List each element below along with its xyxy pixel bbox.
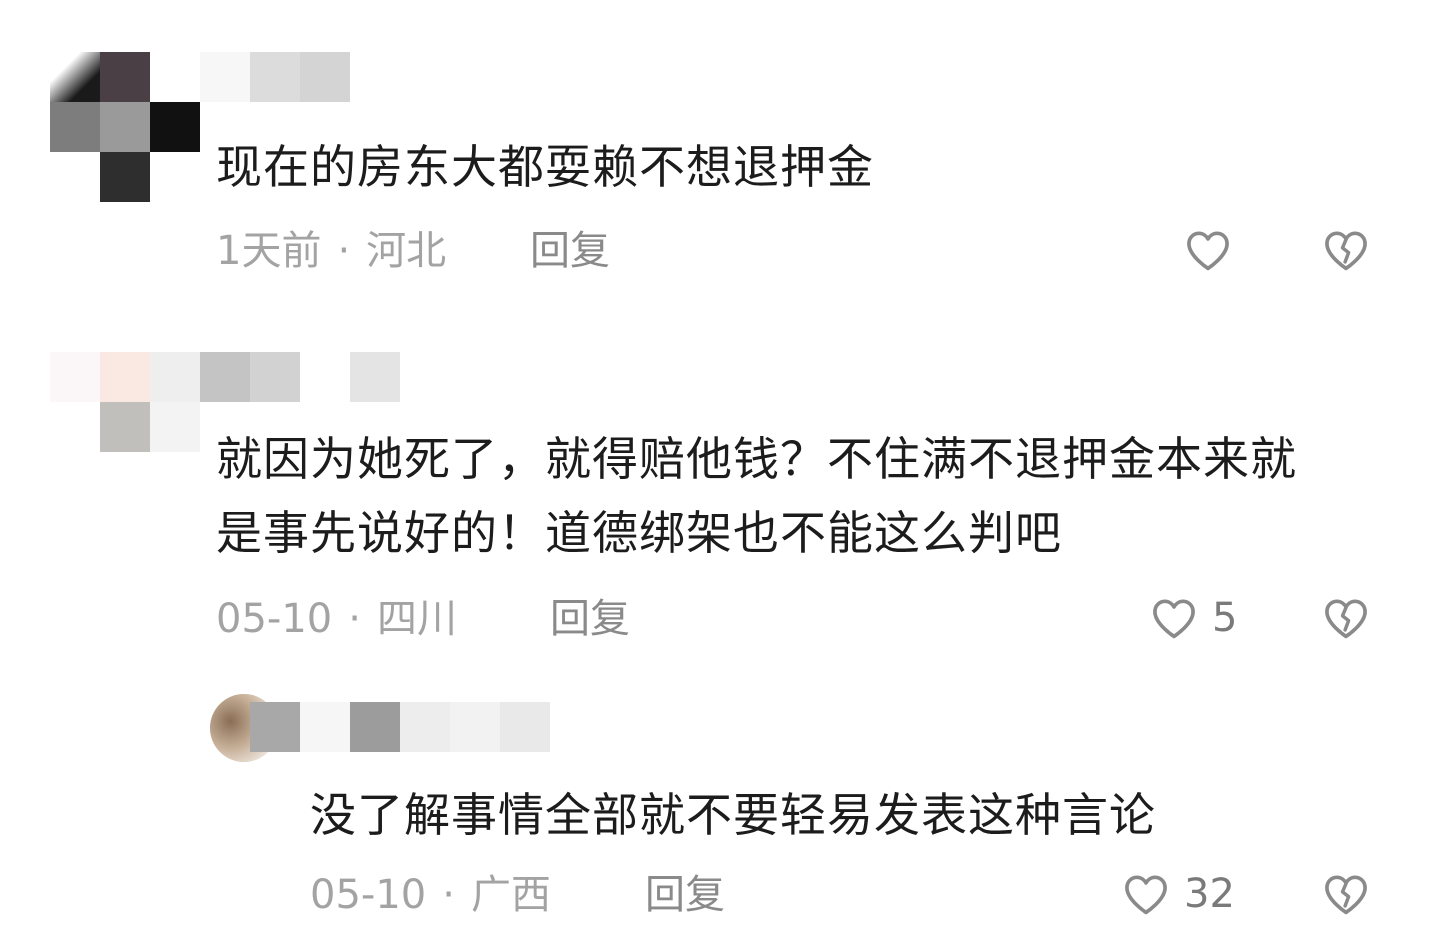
- dislike-button[interactable]: [1320, 592, 1372, 644]
- broken-heart-icon: [1320, 592, 1372, 644]
- reply-button[interactable]: 回复: [645, 870, 725, 920]
- username[interactable]: [250, 702, 550, 752]
- username[interactable]: [200, 52, 350, 102]
- like-count: 5: [1212, 595, 1238, 641]
- username[interactable]: [200, 352, 400, 402]
- meta-separator: ·: [442, 872, 455, 918]
- comment-meta: 1天前 · 河北: [216, 226, 446, 276]
- comment-text: 没了解事情全部就不要轻易发表这种言论: [310, 788, 1156, 842]
- meta-separator: ·: [337, 228, 351, 274]
- heart-outline-icon: [1148, 592, 1200, 644]
- dislike-button[interactable]: [1320, 224, 1372, 276]
- comment-meta: 05-10 · 四川: [216, 594, 457, 644]
- comment-time: 05-10: [310, 872, 427, 918]
- comment-time: 1天前: [216, 228, 322, 274]
- comment-time: 05-10: [216, 596, 333, 642]
- comment-meta: 05-10 · 广西: [310, 870, 551, 920]
- comment-text-line-1: 就因为她死了，就得赔他钱？不住满不退押金本来就: [216, 432, 1297, 486]
- broken-heart-icon: [1320, 224, 1372, 276]
- reply-button[interactable]: 回复: [550, 594, 630, 644]
- heart-outline-icon: [1182, 224, 1234, 276]
- like-count: 32: [1184, 871, 1235, 917]
- broken-heart-icon: [1320, 868, 1372, 920]
- heart-outline-icon: [1120, 868, 1172, 920]
- dislike-button[interactable]: [1320, 868, 1372, 920]
- comment-text: 现在的房东大都耍赖不想退押金: [216, 140, 874, 194]
- avatar[interactable]: [50, 52, 200, 202]
- comment-location: 广西: [470, 872, 551, 918]
- comment-location: 四川: [376, 596, 457, 642]
- comment-text-line-2: 是事先说好的！道德绑架也不能这么判吧: [216, 506, 1062, 560]
- like-button[interactable]: 5: [1148, 592, 1237, 644]
- comment-location: 河北: [366, 228, 447, 274]
- like-button[interactable]: [1182, 224, 1246, 276]
- like-button[interactable]: 32: [1120, 868, 1235, 920]
- avatar[interactable]: [50, 352, 200, 452]
- reply-button[interactable]: 回复: [530, 226, 610, 276]
- meta-separator: ·: [348, 596, 361, 642]
